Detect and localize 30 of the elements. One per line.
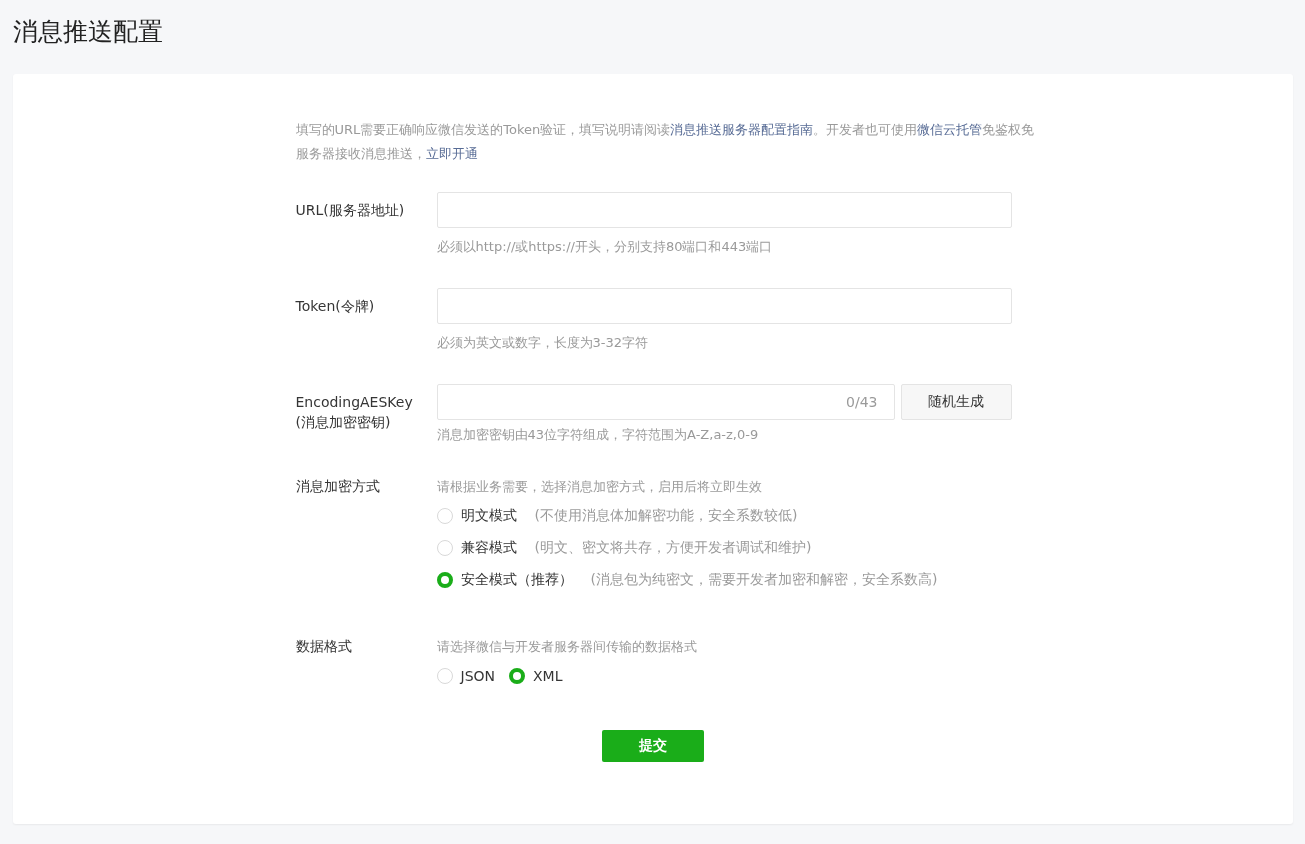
radio-label[interactable]: 安全模式（推荐）	[460, 571, 573, 589]
field-hint: 请根据业务需要，选择消息加密方式，启用后将立即生效	[436, 478, 763, 496]
input-field[interactable]	[436, 288, 1012, 324]
intro-text: 填写的URL需要正确响应微信发送的Token验证，填写说明请阅读消息推送服务器配置指南。开发者也可使用微信云托管免鉴权免服务器接收消息推送，立即开通	[295, 121, 1036, 163]
field-hint: 消息加密密钥由43位字符组成，字符范围为A-Z,a-z,0-9	[436, 426, 760, 444]
option-description: (消息包为纯密文，需要开发者加密和解密，安全系数高)	[590, 571, 938, 589]
link[interactable]: 立即开通	[425, 146, 478, 161]
option-description: (不使用消息体加解密功能，安全系数较低)	[534, 507, 798, 525]
field-hint: 请选择微信与开发者服务器间传输的数据格式	[436, 638, 698, 656]
radio-label[interactable]: 明文模式	[460, 507, 517, 525]
link[interactable]: 微信云托管	[917, 122, 983, 137]
field-label: URL(服务器地址)	[295, 201, 406, 220]
field-hint: 必须以http://或https://开头，分别支持80端口和443端口	[436, 238, 774, 256]
page-title: 消息推送配置	[13, 16, 164, 48]
field-label: EncodingAESKey	[295, 393, 414, 412]
character-counter: 0/43	[846, 394, 878, 410]
radio-label[interactable]: XML	[533, 668, 563, 684]
field-label: 消息加密方式	[295, 477, 381, 496]
radio-button[interactable]	[509, 668, 525, 684]
option-description: (明文、密文将共存，方便开发者调试和维护)	[534, 539, 812, 557]
field-label: Token(令牌)	[295, 297, 376, 316]
radio-button[interactable]	[436, 572, 453, 588]
link[interactable]: 消息推送服务器配置指南	[670, 122, 814, 137]
radio-label[interactable]: JSON	[460, 668, 495, 684]
field-sublabel: (消息加密密钥)	[295, 413, 392, 432]
radio-label[interactable]: 兼容模式	[460, 539, 517, 557]
field-label: 数据格式	[295, 637, 353, 656]
field-hint: 必须为英文或数字，长度为3-32字符	[436, 334, 649, 352]
generate-button[interactable]: 随机生成	[900, 384, 1012, 420]
input-field[interactable]	[436, 192, 1012, 228]
